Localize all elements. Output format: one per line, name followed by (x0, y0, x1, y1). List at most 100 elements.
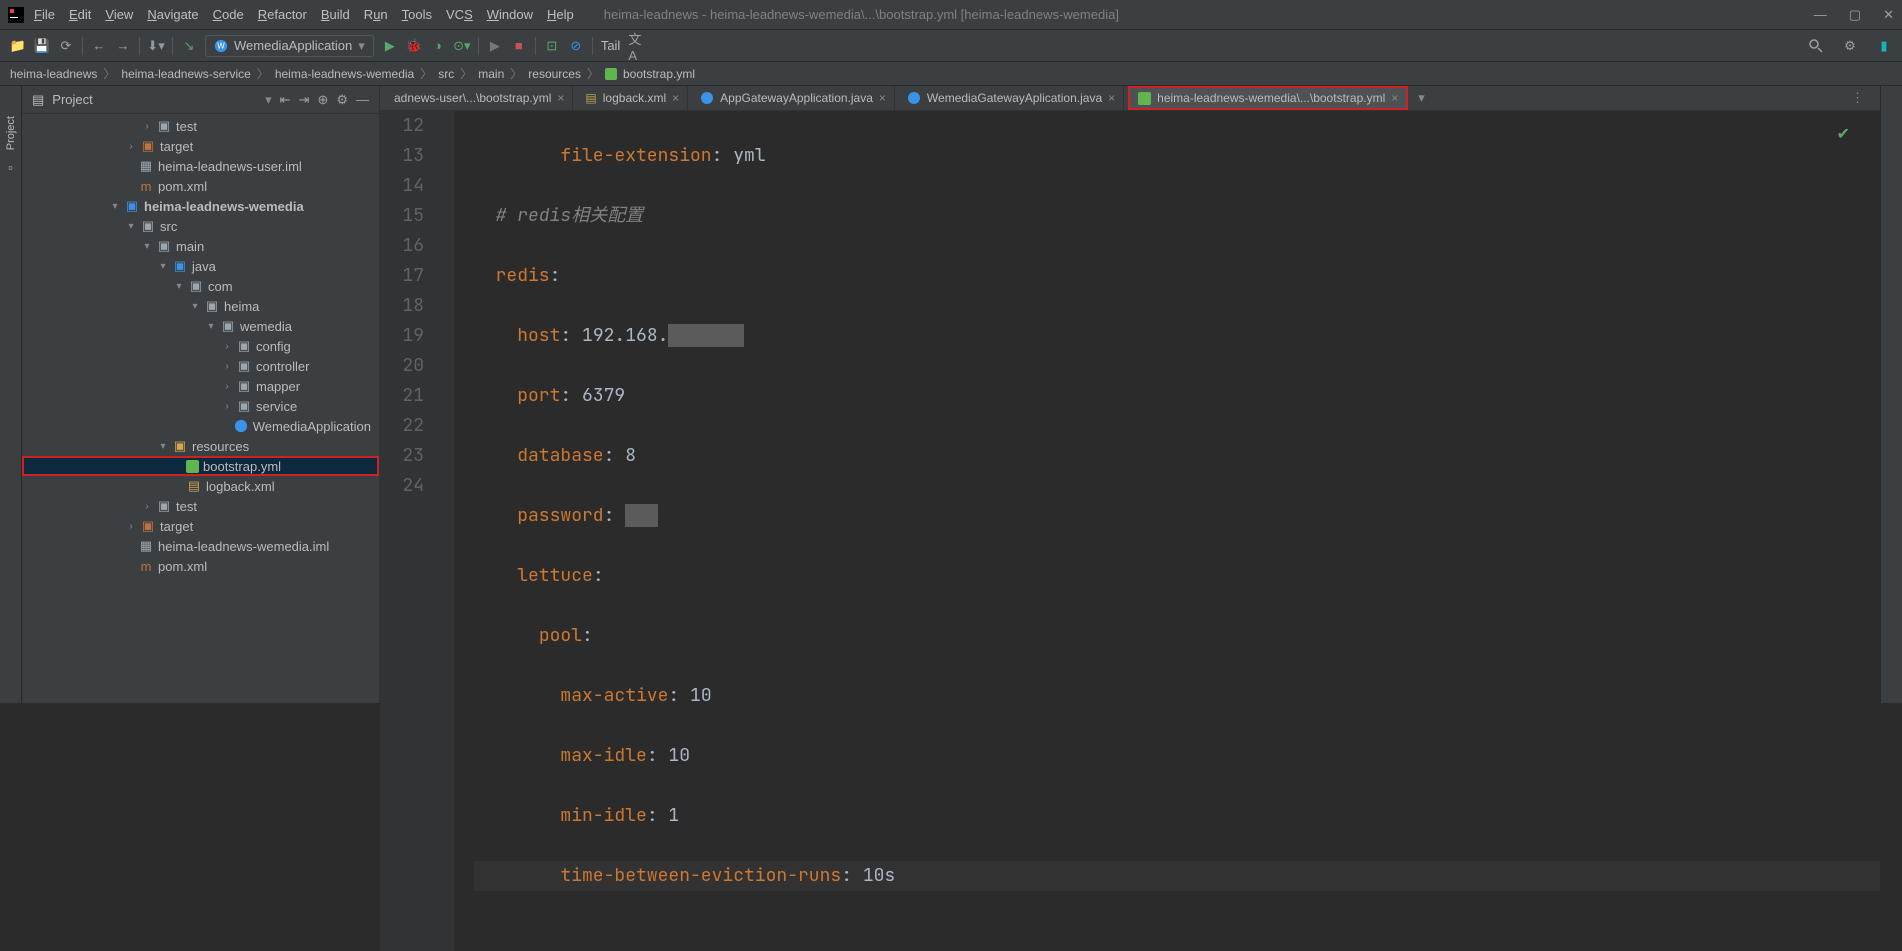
window-title: heima-leadnews - heima-leadnews-wemedia\… (604, 7, 1814, 22)
tab-bootstrap-user[interactable]: adnews-user\...\bootstrap.yml× (386, 86, 573, 110)
tree-wemedia-app[interactable]: WemediaApplication (22, 416, 379, 436)
tree-bootstrap-yml[interactable]: bootstrap.yml (22, 456, 379, 476)
run-config-label: WemediaApplication (234, 38, 352, 53)
window-minimize-button[interactable]: — (1814, 7, 1827, 23)
chart-icon[interactable]: ⊡ (544, 38, 560, 54)
tree-config-pkg[interactable]: ›▣config (22, 336, 379, 356)
tree-logback-xml[interactable]: ▤logback.xml (22, 476, 379, 496)
project-tree: ›▣test ›▣target ▦heima-leadnews-user.iml… (22, 114, 379, 703)
crumb-main[interactable]: main (478, 67, 504, 81)
menu-tools[interactable]: Tools (402, 7, 432, 22)
attach-icon[interactable]: ▶ (487, 38, 503, 54)
left-tool-strip: Project ▫ (0, 86, 22, 703)
menu-refactor[interactable]: Refactor (258, 7, 307, 22)
profile-icon[interactable]: ⊙▾ (454, 38, 470, 54)
panel-settings-icon[interactable]: ⚙ (336, 92, 348, 108)
close-icon[interactable]: × (672, 91, 679, 105)
select-opened-icon[interactable]: ⊕ (317, 92, 328, 108)
tree-com-pkg[interactable]: ▾▣com (22, 276, 379, 296)
project-tab-vertical[interactable]: Project (5, 116, 17, 150)
menu-edit[interactable]: Edit (69, 7, 91, 22)
menu-run[interactable]: Run (364, 7, 388, 22)
forward-icon[interactable]: → (115, 38, 131, 54)
jetbrains-toolbox-icon[interactable]: ▮ (1876, 38, 1892, 54)
tab-more-icon[interactable]: ⋮ (1841, 90, 1874, 106)
tab-wemediagateway[interactable]: WemediaGatewayAplication.java× (899, 86, 1124, 110)
menu-navigate[interactable]: Navigate (147, 7, 198, 22)
tree-pom-2[interactable]: mpom.xml (22, 556, 379, 576)
window-maximize-button[interactable]: ▢ (1849, 7, 1861, 23)
project-icon: ▤ (32, 92, 44, 108)
crumb-wemedia[interactable]: heima-leadnews-wemedia (275, 67, 414, 81)
right-tool-strip (1880, 86, 1902, 703)
save-all-icon[interactable]: 💾 (34, 38, 50, 54)
tree-target-folder[interactable]: ›▣target (22, 136, 379, 156)
tree-src-folder[interactable]: ▾▣src (22, 216, 379, 236)
tree-target2-folder[interactable]: ›▣target (22, 516, 379, 536)
project-panel-title[interactable]: Project (52, 92, 257, 107)
settings-icon[interactable]: ⚙ (1842, 38, 1858, 54)
translate-icon[interactable]: 文A (628, 38, 644, 54)
tree-test2-folder[interactable]: ›▣test (22, 496, 379, 516)
tree-wemedia-pkg[interactable]: ▾▣wemedia (22, 316, 379, 336)
code-content[interactable]: file-extension: yml # redis相关配置 redis: h… (454, 111, 1880, 951)
hammer-icon[interactable]: ↘ (181, 38, 197, 54)
tree-service-pkg[interactable]: ›▣service (22, 396, 379, 416)
run-icon[interactable]: ▶ (382, 38, 398, 54)
open-icon[interactable]: 📁 (10, 38, 26, 54)
tab-logback[interactable]: ▤logback.xml× (577, 86, 688, 110)
run-config-selector[interactable]: W WemediaApplication ▾ (205, 35, 374, 57)
menu-vcs[interactable]: VCS (446, 7, 473, 22)
no-entry-icon[interactable]: ⊘ (568, 38, 584, 54)
menu-file[interactable]: File (34, 7, 55, 22)
tab-scroll-icon[interactable]: ▾ (1412, 90, 1431, 106)
crumb-service[interactable]: heima-leadnews-service (121, 67, 250, 81)
yml-file-icon (1138, 92, 1151, 105)
debug-icon[interactable]: 🐞 (406, 38, 422, 54)
menu-help[interactable]: Help (547, 7, 574, 22)
window-close-button[interactable]: ✕ (1883, 7, 1894, 23)
main-toolbar: 📁 💾 ⟳ ← → ⬇▾ ↘ W WemediaApplication ▾ ▶ … (0, 30, 1902, 62)
tree-iml-user[interactable]: ▦heima-leadnews-user.iml (22, 156, 379, 176)
tree-heima-pkg[interactable]: ▾▣heima (22, 296, 379, 316)
close-icon[interactable]: × (879, 91, 886, 105)
tree-mapper-pkg[interactable]: ›▣mapper (22, 376, 379, 396)
menu-build[interactable]: Build (321, 7, 350, 22)
app-logo-icon (8, 7, 24, 23)
yml-file-icon (186, 460, 199, 473)
crumb-root[interactable]: heima-leadnews (10, 67, 97, 81)
tree-main-folder[interactable]: ▾▣main (22, 236, 379, 256)
stop-icon[interactable]: ■ (511, 38, 527, 54)
crumb-src[interactable]: src (438, 67, 454, 81)
vcs-group-icon[interactable]: ⬇▾ (148, 38, 164, 54)
search-icon[interactable] (1808, 38, 1824, 54)
back-icon[interactable]: ← (91, 38, 107, 54)
menu-window[interactable]: Window (487, 7, 533, 22)
tree-java-folder[interactable]: ▾▣java (22, 256, 379, 276)
tail-label[interactable]: Tail (601, 38, 621, 53)
close-icon[interactable]: × (1391, 91, 1398, 105)
menu-code[interactable]: Code (213, 7, 244, 22)
crumb-resources[interactable]: resources (528, 67, 581, 81)
tree-iml-wemedia[interactable]: ▦heima-leadnews-wemedia.iml (22, 536, 379, 556)
close-icon[interactable]: × (557, 91, 564, 105)
sync-icon[interactable]: ⟳ (58, 38, 74, 54)
tree-controller-pkg[interactable]: ›▣controller (22, 356, 379, 376)
tree-wemedia-module[interactable]: ▾▣heima-leadnews-wemedia (22, 196, 379, 216)
crumb-file[interactable]: bootstrap.yml (623, 67, 695, 81)
tab-appgateway[interactable]: AppGatewayApplication.java× (692, 86, 895, 110)
tree-resources-folder[interactable]: ▾▣resources (22, 436, 379, 456)
tree-test-folder[interactable]: ›▣test (22, 116, 379, 136)
menu-view[interactable]: View (105, 7, 133, 22)
project-panel: ▤ Project ▾ ⇤ ⇥ ⊕ ⚙ — ›▣test ›▣target ▦h… (22, 86, 380, 703)
structure-tab-icon[interactable]: ▫ (8, 160, 13, 175)
project-panel-header: ▤ Project ▾ ⇤ ⇥ ⊕ ⚙ — (22, 86, 379, 114)
hide-icon[interactable]: — (356, 92, 369, 107)
collapse-all-icon[interactable]: ⇤ (280, 92, 291, 108)
close-icon[interactable]: × (1108, 91, 1115, 105)
tree-pom-1[interactable]: mpom.xml (22, 176, 379, 196)
expand-all-icon[interactable]: ⇥ (299, 92, 310, 108)
code-editor[interactable]: 12 13 14 15 16 17 18 19 20 21 22 23 24 f… (380, 111, 1880, 951)
tab-bootstrap-wemedia[interactable]: heima-leadnews-wemedia\...\bootstrap.yml… (1128, 86, 1408, 110)
coverage-icon[interactable]: ◑ (430, 38, 446, 54)
